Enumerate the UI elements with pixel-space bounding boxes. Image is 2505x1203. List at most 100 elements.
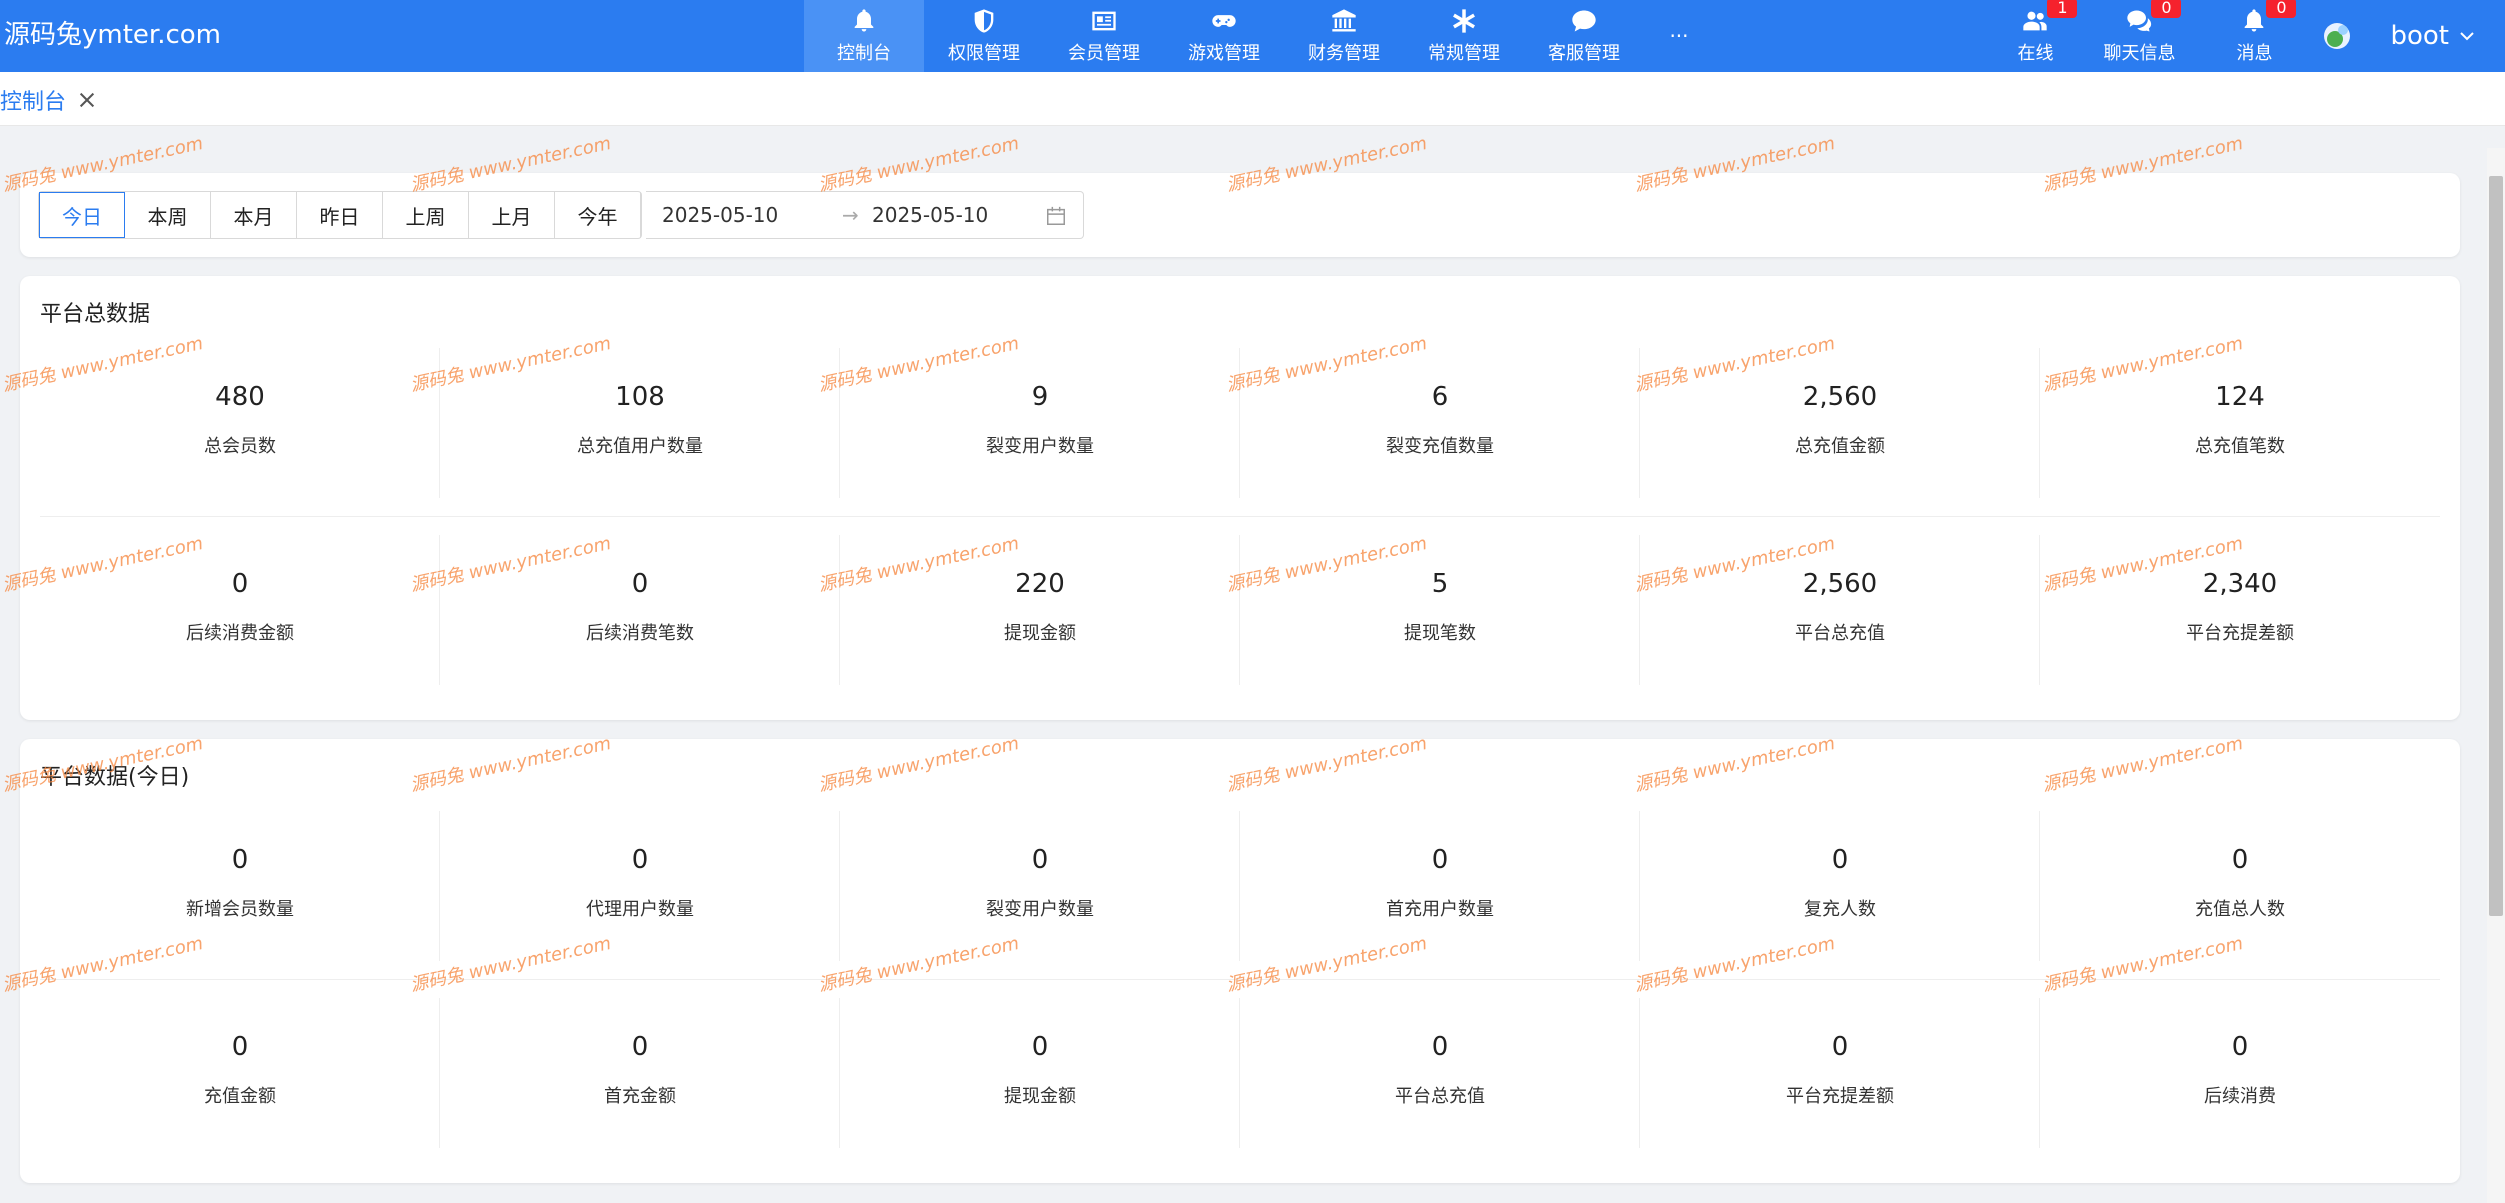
platform-total-panel: 平台总数据 480 总会员数 108 总充值用户数量 9 裂变用户数量 6 裂变充值数量… <box>20 276 2460 720</box>
header-tools: 在线 1 聊天信息 0 消息 0 boot <box>2000 0 2505 72</box>
nav-item-support[interactable]: 客服管理 <box>1524 0 1644 72</box>
stat-value: 0 <box>1831 1032 1849 1062</box>
stat-label: 首充金额 <box>604 1086 676 1107</box>
nav-more-button[interactable]: ··· <box>1644 0 1714 72</box>
tabs-bar: 控制台 <box>0 72 2505 126</box>
stat-withdraw-amount: 220 提现金额 <box>840 535 1240 685</box>
stat-fission-users: 9 裂变用户数量 <box>840 348 1240 498</box>
btn-last-month[interactable]: 上月 <box>469 192 555 238</box>
stat-value: 2,340 <box>2202 569 2278 599</box>
page-scrollbar[interactable] <box>2487 148 2505 1203</box>
nav-item-finance[interactable]: 财务管理 <box>1284 0 1404 72</box>
nav-item-general[interactable]: 常规管理 <box>1404 0 1524 72</box>
stat-value: 6 <box>1431 382 1449 412</box>
tab-dashboard[interactable]: 控制台 <box>0 80 96 120</box>
avatar[interactable] <box>2324 23 2351 49</box>
stat-label: 总会员数 <box>204 436 276 457</box>
id-card-icon <box>1092 11 1116 31</box>
stat-withdraw-count: 5 提现笔数 <box>1240 535 1640 685</box>
stat-total-recharge-amount: 2,560 总充值金额 <box>1640 348 2040 498</box>
nav-item-permissions[interactable]: 权限管理 <box>924 0 1044 72</box>
nav-label: 游戏管理 <box>1188 43 1260 64</box>
messages-button[interactable]: 消息 0 <box>2224 0 2297 72</box>
stat-platform-net-difference: 0 平台充提差额 <box>1640 998 2040 1148</box>
username: boot <box>2390 21 2449 51</box>
messages-badge: 0 <box>2266 0 2297 18</box>
date-start-input[interactable]: 2025-05-10 <box>662 203 778 227</box>
stats-row: 0 新增会员数量 0 代理用户数量 0 裂变用户数量 0 首充用户数量 0 复充人数 0 充… <box>40 811 2440 961</box>
stat-label: 提现金额 <box>1004 623 1076 644</box>
stat-value: 2,560 <box>1802 382 1878 412</box>
btn-yesterday[interactable]: 昨日 <box>297 192 383 238</box>
stat-subsequent-spend-amount: 0 后续消费金额 <box>40 535 440 685</box>
btn-this-year[interactable]: 今年 <box>555 192 641 238</box>
main-nav: 控制台 权限管理 会员管理 游戏管理 财务管理 常规管理 客服管理 ··· <box>804 0 1714 72</box>
stat-label: 裂变用户数量 <box>986 436 1094 457</box>
stat-value: 0 <box>1431 1032 1449 1062</box>
stat-platform-total-recharge: 2,560 平台总充值 <box>1640 535 2040 685</box>
stat-label: 复充人数 <box>1804 899 1876 920</box>
bell-icon <box>2245 9 2264 32</box>
stat-label: 平台充提差额 <box>2186 623 2294 644</box>
stat-label: 裂变用户数量 <box>986 899 1094 920</box>
stat-label: 充值金额 <box>204 1086 276 1107</box>
stat-value: 0 <box>1031 1032 1049 1062</box>
stats-row: 480 总会员数 108 总充值用户数量 9 裂变用户数量 6 裂变充值数量 2,560… <box>40 348 2440 498</box>
nav-item-members[interactable]: 会员管理 <box>1044 0 1164 72</box>
scrollbar-thumb[interactable] <box>2489 176 2503 916</box>
stat-first-recharge-amount: 0 首充金额 <box>440 998 840 1148</box>
nav-item-dashboard[interactable]: 控制台 <box>804 0 924 72</box>
stat-label: 后续消费金额 <box>186 623 294 644</box>
stat-label: 总充值金额 <box>1795 436 1885 457</box>
stat-label: 代理用户数量 <box>586 899 694 920</box>
stat-new-members: 0 新增会员数量 <box>40 811 440 961</box>
nav-item-games[interactable]: 游戏管理 <box>1164 0 1284 72</box>
stat-total-recharge-users: 0 充值总人数 <box>2040 811 2440 961</box>
tab-label: 控制台 <box>0 90 67 115</box>
nav-label: 财务管理 <box>1308 43 1380 64</box>
date-range-picker[interactable]: 2025-05-10 → 2025-05-10 <box>646 191 1084 239</box>
user-menu[interactable]: boot <box>2390 21 2475 51</box>
stat-label: 裂变充值数量 <box>1386 436 1494 457</box>
chat-bubbles-icon <box>2127 10 2152 32</box>
chevron-down-icon <box>2460 32 2474 41</box>
close-icon[interactable] <box>78 91 96 109</box>
stat-total-recharge-count: 124 总充值笔数 <box>2040 348 2440 498</box>
stat-subsequent-spend: 0 后续消费 <box>2040 998 2440 1148</box>
stat-fission-users: 0 裂变用户数量 <box>840 811 1240 961</box>
stat-value: 0 <box>631 1032 649 1062</box>
stat-value: 0 <box>231 1032 249 1062</box>
top-navbar: 源码兔ymter.com 控制台 权限管理 会员管理 游戏管理 财务管理 常规管… <box>0 0 2505 72</box>
stat-label: 平台充提差额 <box>1786 1086 1894 1107</box>
nav-label: 权限管理 <box>948 43 1020 64</box>
online-button[interactable]: 在线 1 <box>2000 0 2078 72</box>
stat-value: 2,560 <box>1802 569 1878 599</box>
stat-withdraw-amount: 0 提现金额 <box>840 998 1240 1148</box>
users-icon <box>2023 11 2048 31</box>
section-title: 平台总数据 <box>40 302 151 327</box>
stat-platform-total-recharge: 0 平台总充值 <box>1240 998 1640 1148</box>
stat-label: 提现笔数 <box>1404 623 1476 644</box>
divider <box>40 516 2440 517</box>
stat-value: 480 <box>215 382 265 412</box>
site-logo[interactable]: 源码兔ymter.com <box>4 14 221 51</box>
stat-first-recharge-users: 0 首充用户数量 <box>1240 811 1640 961</box>
chat-badge: 0 <box>2151 0 2182 18</box>
chat-button[interactable]: 聊天信息 0 <box>2094 0 2184 72</box>
bank-icon <box>1332 9 1356 32</box>
stat-value: 124 <box>2215 382 2265 412</box>
stat-value: 108 <box>615 382 665 412</box>
stat-value: 9 <box>1031 382 1049 412</box>
btn-this-month[interactable]: 本月 <box>211 192 297 238</box>
asterisk-icon <box>1453 9 1475 33</box>
btn-this-week[interactable]: 本周 <box>125 192 211 238</box>
platform-today-panel: 平台数据(今日) 0 新增会员数量 0 代理用户数量 0 裂变用户数量 0 首充用户数量… <box>20 739 2460 1183</box>
btn-last-week[interactable]: 上周 <box>383 192 469 238</box>
stat-repeat-recharge-users: 0 复充人数 <box>1640 811 2040 961</box>
nav-label: 控制台 <box>837 43 891 64</box>
btn-today[interactable]: 今日 <box>39 192 125 238</box>
stat-value: 0 <box>1831 845 1849 875</box>
date-end-input[interactable]: 2025-05-10 <box>872 203 988 227</box>
stat-label: 平台总充值 <box>1395 1086 1485 1107</box>
chat-label: 聊天信息 <box>2103 43 2176 64</box>
